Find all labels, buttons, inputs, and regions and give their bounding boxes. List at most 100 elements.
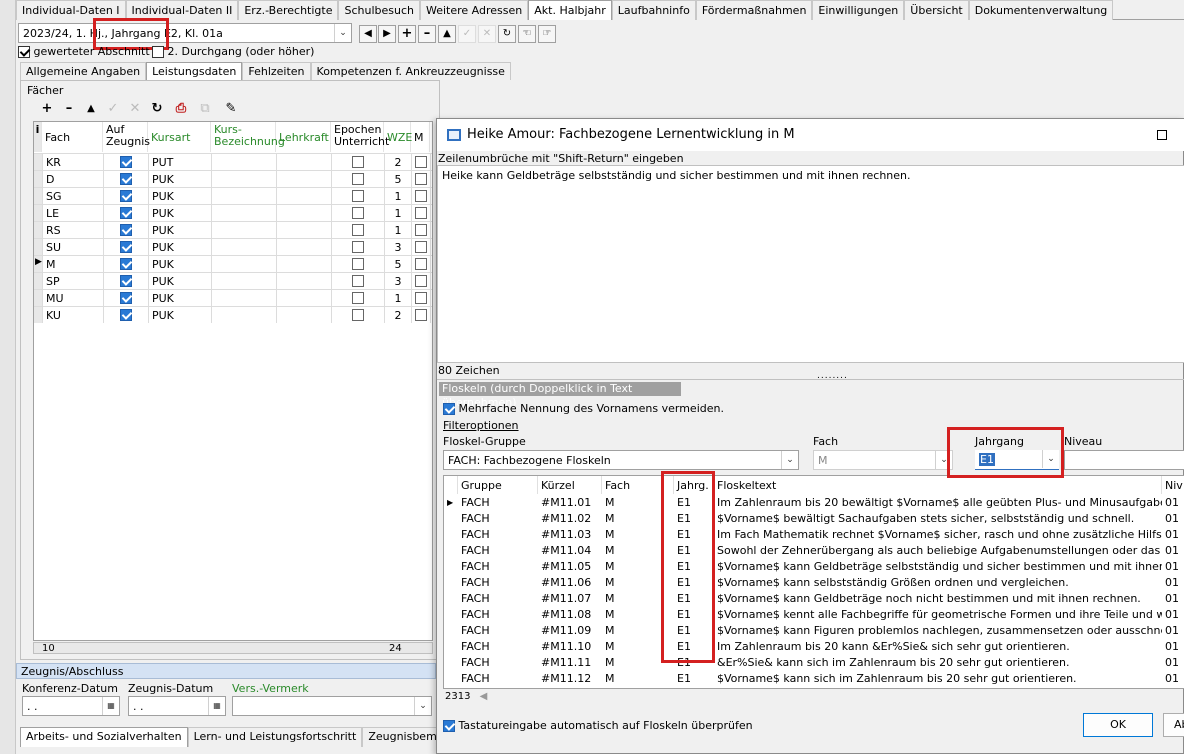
copy-icon[interactable]: ⧉ — [195, 99, 215, 119]
floskel-niveau[interactable]: 01 — [1162, 511, 1184, 527]
floskel-niveau[interactable]: 01 — [1162, 591, 1184, 607]
konferenz-date-input[interactable]: . . ▦ — [22, 696, 120, 716]
floskeltext-col-header[interactable]: Floskeltext — [714, 476, 1162, 494]
tab-arbeits-sozialverhalten[interactable]: Arbeits- und Sozialverhalten — [20, 727, 188, 747]
floskel-kuerzel[interactable]: #M11.07 — [538, 591, 602, 607]
tab-laufbahninfo[interactable]: Laufbahninfo — [611, 0, 696, 20]
floskel-kuerzel[interactable]: #M11.10 — [538, 639, 602, 655]
zeugnis-checkbox[interactable] — [120, 224, 132, 236]
floskel-text[interactable]: $Vorname$ kann selbstständig Größen ordn… — [714, 575, 1162, 591]
tab-lern-leistungsfortschritt[interactable]: Lern- und Leistungsfortschritt — [187, 727, 363, 747]
cancel-subject-icon[interactable]: ✕ — [125, 99, 145, 119]
subject-row[interactable]: MU PUK 1 — [34, 289, 432, 306]
floskel-jahrg[interactable]: E1 — [674, 607, 714, 623]
floskel-kuerzel[interactable]: #M11.03 — [538, 527, 602, 543]
subject-wze[interactable]: 5 — [385, 171, 412, 187]
floskel-row[interactable]: FACH #M11.07 M E1 $Vorname$ kann Geldbeträge… — [444, 591, 1184, 607]
floskel-jahrg[interactable]: E1 — [674, 527, 714, 543]
floskel-gruppe[interactable]: FACH — [458, 575, 538, 591]
n-cell[interactable] — [431, 290, 432, 306]
kursbez-cell[interactable] — [212, 307, 277, 323]
floskel-gruppe[interactable]: FACH — [458, 591, 538, 607]
subject-kursart[interactable]: PUK — [149, 273, 212, 289]
confirm-icon[interactable]: ✓ — [458, 25, 476, 43]
floskel-row[interactable]: FACH #M11.11 M E1 &Er%Sie& kann sich im Zahl… — [444, 655, 1184, 671]
gruppe-col-header[interactable]: Gruppe — [458, 476, 538, 494]
abort-button[interactable]: Ab — [1163, 713, 1184, 737]
floskel-text[interactable]: Im Fach Mathematik rechnet $Vorname$ sic… — [714, 527, 1162, 543]
jahrg-col-header[interactable]: Jahrg. — [674, 476, 714, 494]
subject-row[interactable]: ▶ M PUK 5 — [34, 255, 432, 272]
epochen-cell[interactable] — [332, 154, 385, 170]
zeugnis-cell[interactable] — [104, 205, 149, 221]
subject-kursart[interactable]: PUT — [149, 154, 212, 170]
refresh-icon[interactable]: ↻ — [498, 25, 516, 43]
m-cell[interactable] — [412, 256, 431, 272]
subject-row[interactable]: KR PUT 2 — [34, 153, 432, 170]
floskel-fach[interactable]: M — [602, 607, 674, 623]
tab-individual-daten-1[interactable]: Individual-Daten I — [16, 0, 126, 20]
floskel-gruppe[interactable]: FACH — [458, 671, 538, 687]
epochen-checkbox[interactable] — [352, 190, 364, 202]
floskel-fach[interactable]: M — [602, 543, 674, 559]
floskel-text[interactable]: $Vorname$ kann Geldbeträge noch nicht be… — [714, 591, 1162, 607]
lehrkraft-cell[interactable] — [277, 307, 332, 323]
chevron-down-icon[interactable]: ⌄ — [781, 451, 798, 469]
m-cell[interactable] — [412, 188, 431, 204]
tab-fehlzeiten[interactable]: Fehlzeiten — [242, 62, 311, 80]
tab-akt-halbjahr[interactable]: Akt. Halbjahr — [528, 0, 612, 20]
subject-row[interactable]: RS PUK 1 — [34, 221, 432, 238]
floskel-jahrg[interactable]: E1 — [674, 639, 714, 655]
zeugnis-checkbox[interactable] — [120, 292, 132, 304]
subject-kursart[interactable]: PUK — [149, 188, 212, 204]
lehrkraft-cell[interactable] — [277, 222, 332, 238]
floskel-kuerzel[interactable]: #M11.09 — [538, 623, 602, 639]
subject-fach[interactable]: SU — [43, 239, 104, 255]
kursbez-cell[interactable] — [212, 273, 277, 289]
confirm-subject-icon[interactable]: ✓ — [103, 99, 123, 119]
floskel-row[interactable]: FACH #M11.08 M E1 $Vorname$ kennt alle Fachb… — [444, 607, 1184, 623]
floskel-kuerzel[interactable]: #M11.02 — [538, 511, 602, 527]
kursbez-cell[interactable] — [212, 154, 277, 170]
n-cell[interactable] — [431, 222, 432, 238]
floskel-fach[interactable]: M — [602, 671, 674, 687]
kursbez-cell[interactable] — [212, 256, 277, 272]
epochen-cell[interactable] — [332, 222, 385, 238]
floskel-kuerzel[interactable]: #M11.06 — [538, 575, 602, 591]
fach-select[interactable]: M ⌄ — [813, 450, 953, 470]
lehrkraft-cell[interactable] — [277, 239, 332, 255]
floskel-niveau[interactable]: 01 — [1162, 623, 1184, 639]
durchgang-checkbox[interactable] — [152, 46, 164, 58]
add-subject-button[interactable]: + — [37, 99, 57, 119]
lehrkraft-cell[interactable] — [277, 290, 332, 306]
gruppe-select[interactable]: FACH: Fachbezogene Floskeln ⌄ — [443, 450, 799, 470]
floskel-fach[interactable]: M — [602, 559, 674, 575]
floskel-row[interactable]: FACH #M11.09 M E1 $Vorname$ kann Figuren pro… — [444, 623, 1184, 639]
tab-einwilligungen[interactable]: Einwilligungen — [812, 0, 905, 20]
epochen-header[interactable]: Epochen Unterricht — [332, 122, 389, 152]
floskel-gruppe[interactable]: FACH — [458, 639, 538, 655]
gewerteter-checkbox[interactable] — [18, 46, 30, 58]
n-cell[interactable] — [431, 239, 432, 255]
epochen-checkbox[interactable] — [352, 258, 364, 270]
n-cell[interactable] — [431, 307, 432, 323]
kursbez-cell[interactable] — [212, 188, 277, 204]
subject-fach[interactable]: LE — [43, 205, 104, 221]
m-checkbox[interactable] — [415, 275, 427, 287]
floskel-jahrg[interactable]: E1 — [674, 559, 714, 575]
floskel-gruppe[interactable]: FACH — [458, 543, 538, 559]
subject-wze[interactable]: 1 — [385, 205, 412, 221]
tab-erz-berechtigte[interactable]: Erz.-Berechtigte — [238, 0, 339, 20]
subject-fach[interactable]: KU — [43, 307, 104, 323]
auto-check-checkbox[interactable] — [443, 720, 455, 732]
floskel-row[interactable]: FACH #M11.04 M E1 Sowohl der Zehnerübergang … — [444, 543, 1184, 559]
ok-button[interactable]: OK — [1083, 713, 1153, 737]
jahrgang-select[interactable]: E1 ⌄ — [975, 450, 1059, 470]
floskel-fach[interactable]: M — [602, 527, 674, 543]
floskel-gruppe[interactable]: FACH — [458, 495, 538, 511]
lehrkraft-cell[interactable] — [277, 171, 332, 187]
m-cell[interactable] — [412, 307, 431, 323]
floskel-fach[interactable]: M — [602, 623, 674, 639]
subject-wze[interactable]: 1 — [385, 290, 412, 306]
subject-wze[interactable]: 5 — [385, 256, 412, 272]
